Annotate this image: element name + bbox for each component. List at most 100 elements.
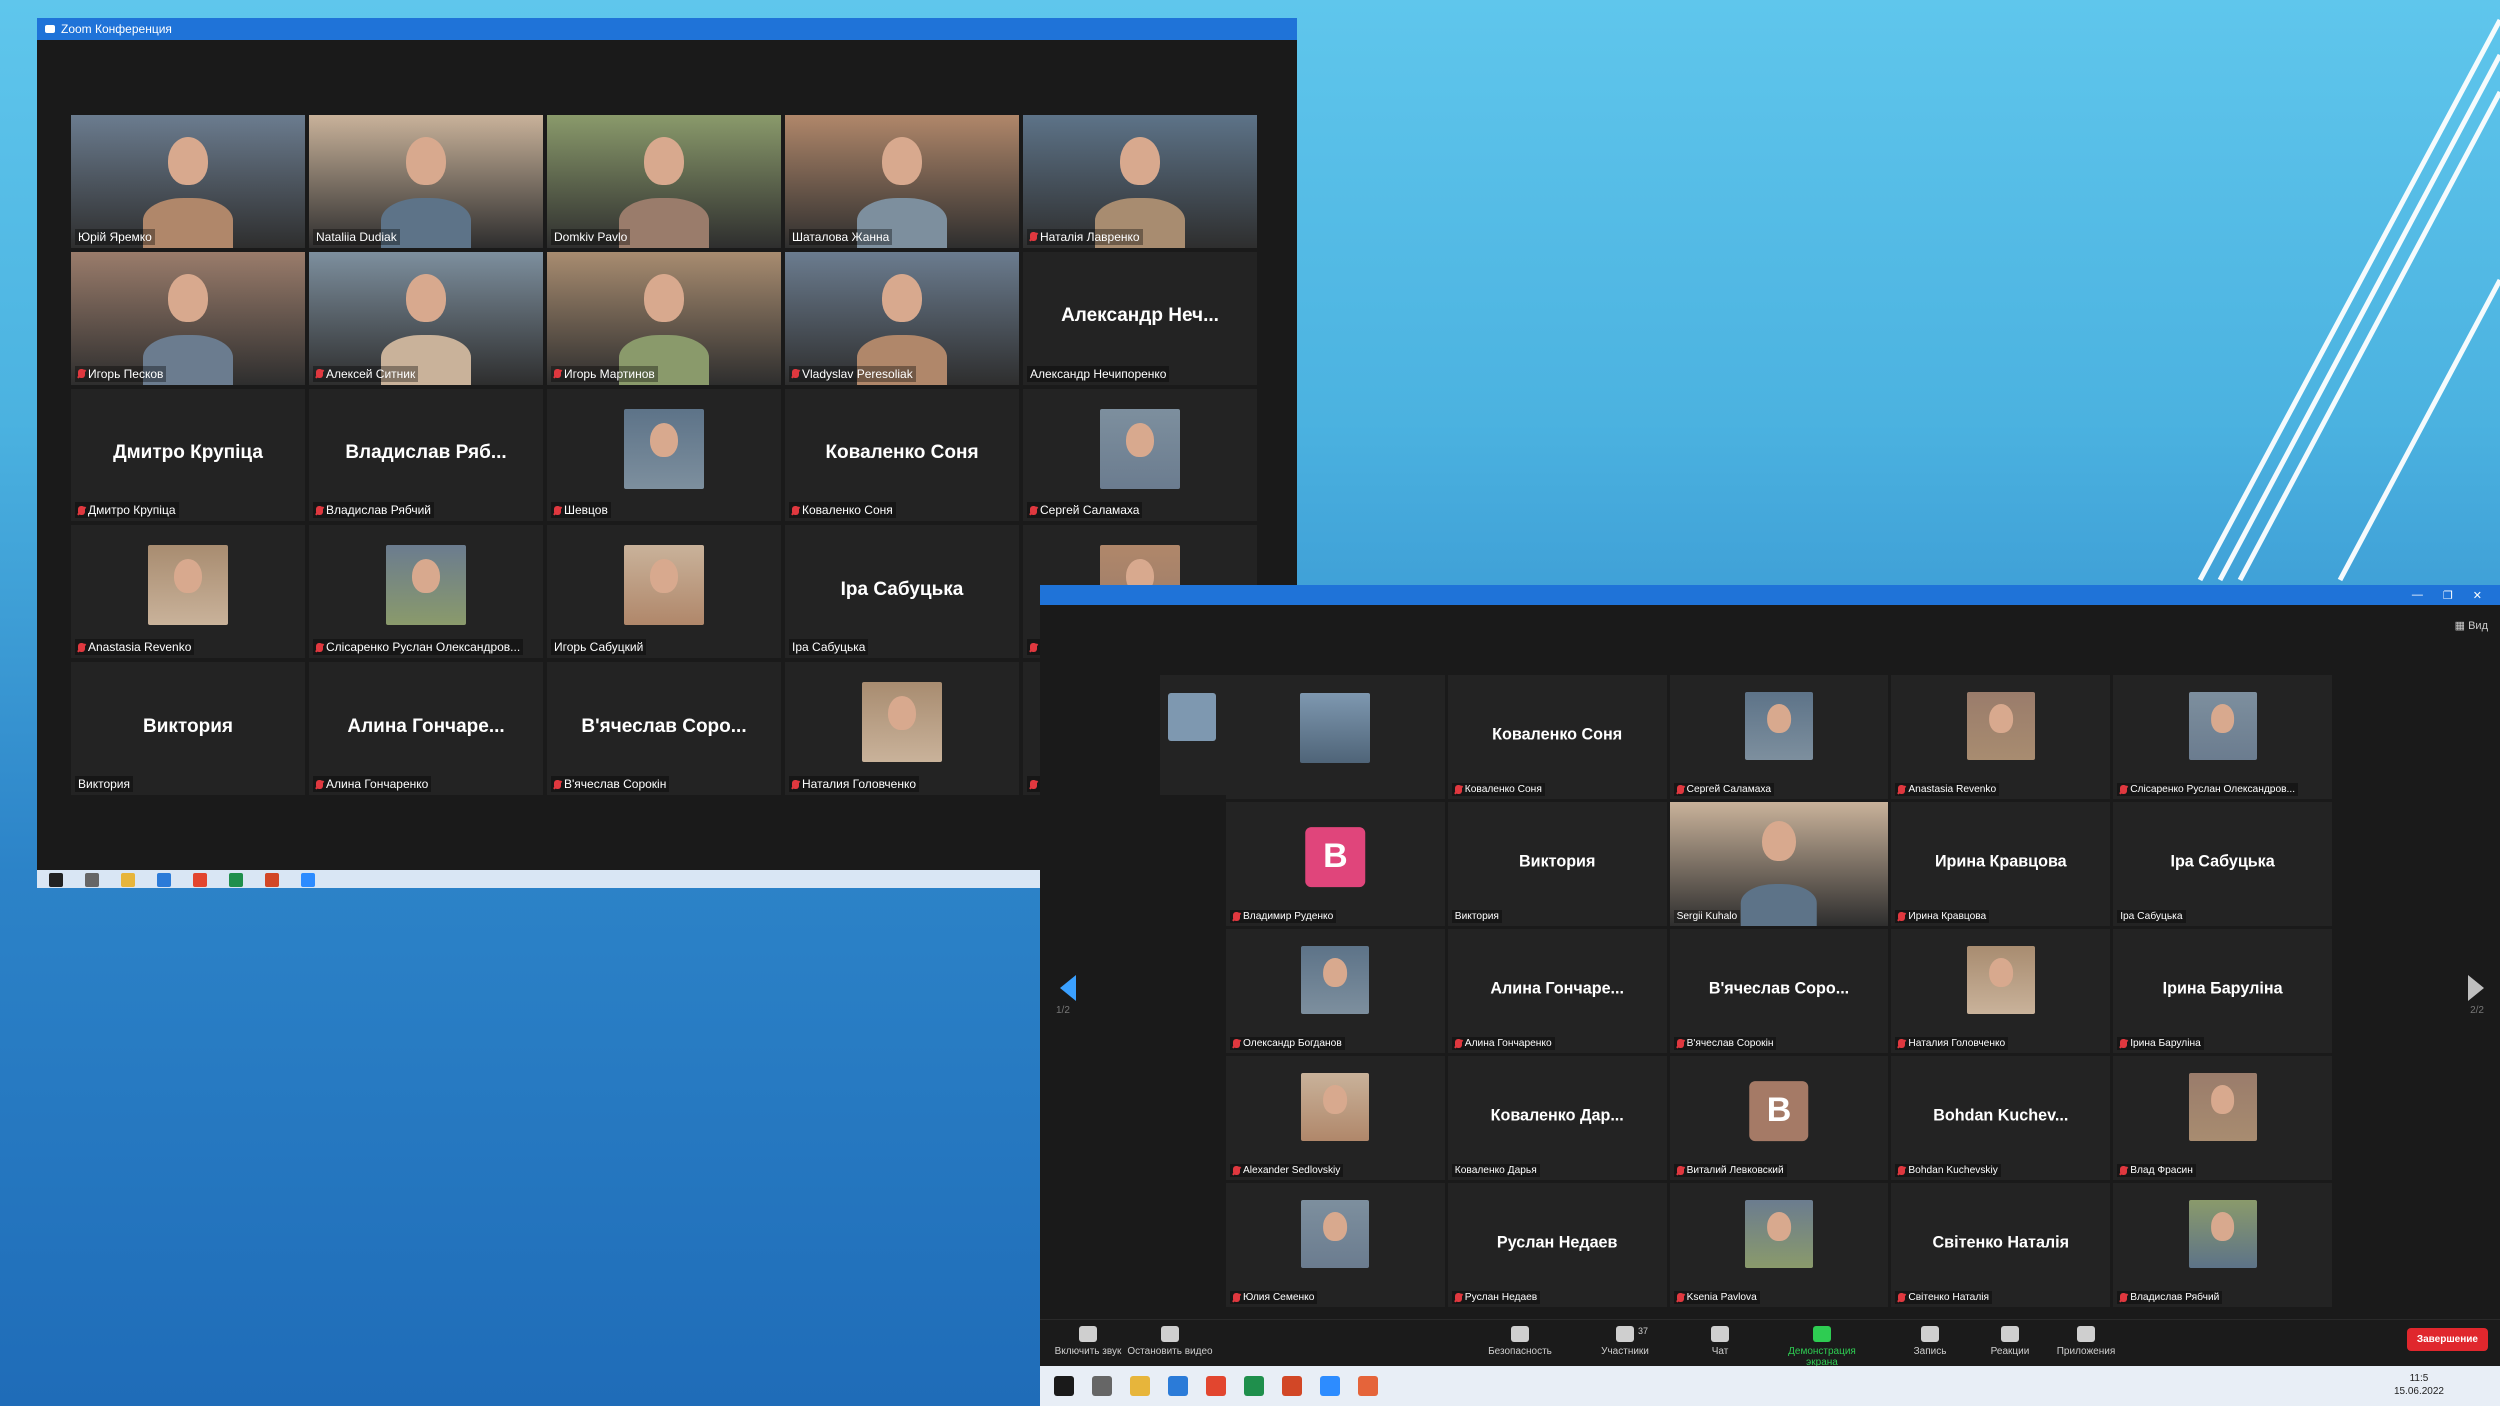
end-meeting-button[interactable]: Завершение — [2406, 1328, 2488, 1351]
participant-tile[interactable]: Наталия Головченко — [1891, 929, 2111, 1053]
toolbar-record-button[interactable]: Запись — [1885, 1326, 1975, 1357]
participant-tile[interactable]: В'ячеслав Соро... В'ячеслав Сорокін — [547, 662, 781, 795]
mail-icon[interactable] — [157, 873, 171, 887]
participant-tile[interactable]: Владислав Ряб... Владислав Рябчий — [309, 388, 543, 522]
explorer-icon[interactable] — [121, 873, 135, 887]
participant-tile[interactable]: Domkiv Pavlo — [547, 115, 781, 248]
excel-icon[interactable] — [229, 873, 243, 887]
clock-date: 15.06.2022 — [2393, 1386, 2444, 1397]
participant-name-label: Александр Нечипоренко — [1027, 365, 1170, 382]
participant-tile[interactable]: Игорь Мартинов — [547, 251, 781, 385]
participant-tile[interactable]: Коваленко Дар... Коваленко Дарья — [1447, 1056, 1667, 1180]
mic-muted-icon — [316, 779, 323, 789]
participant-tile[interactable]: Ирина Кравцова Ирина Кравцова — [1891, 802, 2111, 926]
window-title: Zoom Конференция — [61, 22, 172, 36]
participant-tile[interactable]: Юрій Яремко — [71, 115, 305, 248]
participant-tile[interactable]: Шаталова Жанна — [785, 115, 1019, 248]
participant-tile[interactable]: Іра Сабуцька Іра Сабуцька — [2113, 802, 2332, 926]
toolbar-participants-button[interactable]: Участники 37 — [1580, 1326, 1670, 1357]
participant-tile[interactable]: Sergii Kuhalo — [1669, 802, 1889, 926]
participant-name-label: Шевцов — [551, 502, 611, 519]
participant-tile[interactable]: Nataliia Dudiak — [309, 115, 543, 248]
participant-tile[interactable]: Світенко Наталія Світенко Наталія — [1891, 1183, 2111, 1307]
powerpoint-icon[interactable] — [1282, 1376, 1302, 1396]
toolbar-apps-button[interactable]: Приложения — [2041, 1326, 2131, 1357]
profile-picture — [386, 545, 466, 626]
task-view-icon[interactable] — [85, 873, 99, 887]
participant-tile[interactable]: Виктория Виктория — [71, 662, 305, 795]
app-icon[interactable] — [1358, 1376, 1378, 1396]
participant-tile[interactable]: B Виталий Левковский — [1669, 1056, 1889, 1180]
participant-tile[interactable]: В'ячеслав Соро... В'ячеслав Сорокін — [1669, 929, 1889, 1053]
participant-tile[interactable]: Ірина Барулiна Ірина Барулiна — [2113, 929, 2332, 1053]
participant-name: Алина Гончаренко — [326, 777, 429, 791]
toolbar-chat-button[interactable]: Чат — [1675, 1326, 1765, 1357]
start-icon[interactable] — [49, 873, 63, 887]
participant-tile[interactable]: Алексей Ситник — [309, 251, 543, 385]
mail-icon[interactable] — [1168, 1376, 1188, 1396]
participant-tile[interactable]: Влад Фрасин — [2113, 1056, 2332, 1180]
maximize-icon[interactable]: ❐ — [2443, 589, 2453, 602]
participant-name-label: Ирина Кравцова — [1895, 910, 1990, 923]
participant-tile[interactable]: Олександр Богданов — [1226, 929, 1445, 1053]
participant-tile[interactable]: Anastasia Revenko — [71, 525, 305, 659]
participant-tile[interactable]: Владислав Рябчий — [2113, 1183, 2332, 1307]
window-titlebar-2[interactable]: — ❐ ✕ — [1040, 585, 2500, 605]
window-titlebar[interactable]: Zoom Конференция — [37, 18, 1297, 40]
task-view-icon[interactable] — [1092, 1376, 1112, 1396]
toolbar-video-button[interactable]: Остановить видео — [1125, 1326, 1215, 1357]
participant-tile[interactable]: Anastasia Revenko — [1891, 675, 2111, 799]
powerpoint-icon[interactable] — [265, 873, 279, 887]
participant-tile[interactable]: Игорь Сабуцкий — [547, 525, 781, 659]
share-icon — [1813, 1326, 1831, 1342]
view-button[interactable]: ▦ Вид — [2455, 619, 2488, 632]
participant-tile[interactable]: Наталия Головченко — [785, 662, 1019, 795]
profile-picture — [2188, 1073, 2257, 1141]
participant-tile[interactable]: Александр Неч... Александр Нечипоренко — [1023, 251, 1257, 385]
next-page-arrow[interactable] — [2468, 975, 2484, 1001]
participant-tile[interactable]: Alexander Sedlovskiy — [1226, 1056, 1445, 1180]
person-head — [1988, 957, 2013, 987]
participant-tile[interactable]: Сергей Саламаха — [1023, 388, 1257, 522]
participant-tile[interactable]: Слісаренко Руслан Олександров... — [2113, 675, 2332, 799]
zoom-icon[interactable] — [1320, 1376, 1340, 1396]
chrome-icon[interactable] — [193, 873, 207, 887]
excel-icon[interactable] — [1244, 1376, 1264, 1396]
minimize-icon[interactable]: — — [2412, 589, 2423, 601]
participant-tile[interactable]: Игорь Песков — [71, 251, 305, 385]
person-head — [1323, 1084, 1348, 1114]
participant-tile[interactable]: Алина Гончаре... Алина Гончаренко — [1447, 929, 1667, 1053]
start-icon[interactable] — [1054, 1376, 1074, 1396]
participant-tile[interactable]: Сергей Саламаха — [1669, 675, 1889, 799]
participant-tile[interactable]: Слісаренко Руслан Олександров... — [309, 525, 543, 659]
toolbar-unmute-button[interactable]: Включить звук — [1043, 1326, 1133, 1357]
participant-tile[interactable]: Іра Сабуцька Іра Сабуцька — [785, 525, 1019, 659]
explorer-icon[interactable] — [1130, 1376, 1150, 1396]
chrome-icon[interactable] — [1206, 1376, 1226, 1396]
participant-tile[interactable]: Дмитро Крупіца Дмитро Крупіца — [71, 388, 305, 522]
participant-tile[interactable]: B Владимир Руденко — [1226, 802, 1445, 926]
participant-tile[interactable]: Юлия Семенко — [1226, 1183, 1445, 1307]
participant-tile[interactable]: Bohdan Kuchev... Bohdan Kuchevskiy — [1891, 1056, 2111, 1180]
participant-tile[interactable]: Коваленко Соня Коваленко Соня — [1447, 675, 1667, 799]
toolbar-share-button[interactable]: Демонстрация экрана — [1777, 1326, 1867, 1368]
zoom-icon[interactable] — [301, 873, 315, 887]
participant-tile[interactable]: Ksenia Pavlova — [1669, 1183, 1889, 1307]
participant-tile[interactable]: Руслан Недаев Руслан Недаев — [1447, 1183, 1667, 1307]
participant-tile[interactable]: Vladyslav Peresoliak — [785, 251, 1019, 385]
profile-picture — [1100, 408, 1180, 489]
prev-page-arrow[interactable] — [1060, 975, 1076, 1001]
participant-name: В'ячеслав Сорокін — [564, 777, 667, 791]
toolbar-security-button[interactable]: Безопасность — [1475, 1326, 1565, 1357]
participant-tile[interactable]: Наталія Лавренко — [1023, 115, 1257, 248]
mic-muted-icon — [1030, 505, 1037, 515]
participant-tile[interactable]: Коваленко Соня Коваленко Соня — [785, 388, 1019, 522]
participant-name: Наталия Головченко — [1908, 1038, 2006, 1049]
participant-tile[interactable]: Шевцов — [547, 388, 781, 522]
system-clock[interactable]: 11:5 15.06.2022 — [2394, 1372, 2444, 1398]
participant-tile[interactable]: Алина Гончаре... Алина Гончаренко — [309, 662, 543, 795]
participant-tile[interactable] — [1226, 675, 1445, 799]
participant-tile[interactable]: Виктория Виктория — [1447, 802, 1667, 926]
participant-name-label: Vladyslav Peresoliak — [789, 365, 916, 382]
close-icon[interactable]: ✕ — [2473, 589, 2482, 602]
